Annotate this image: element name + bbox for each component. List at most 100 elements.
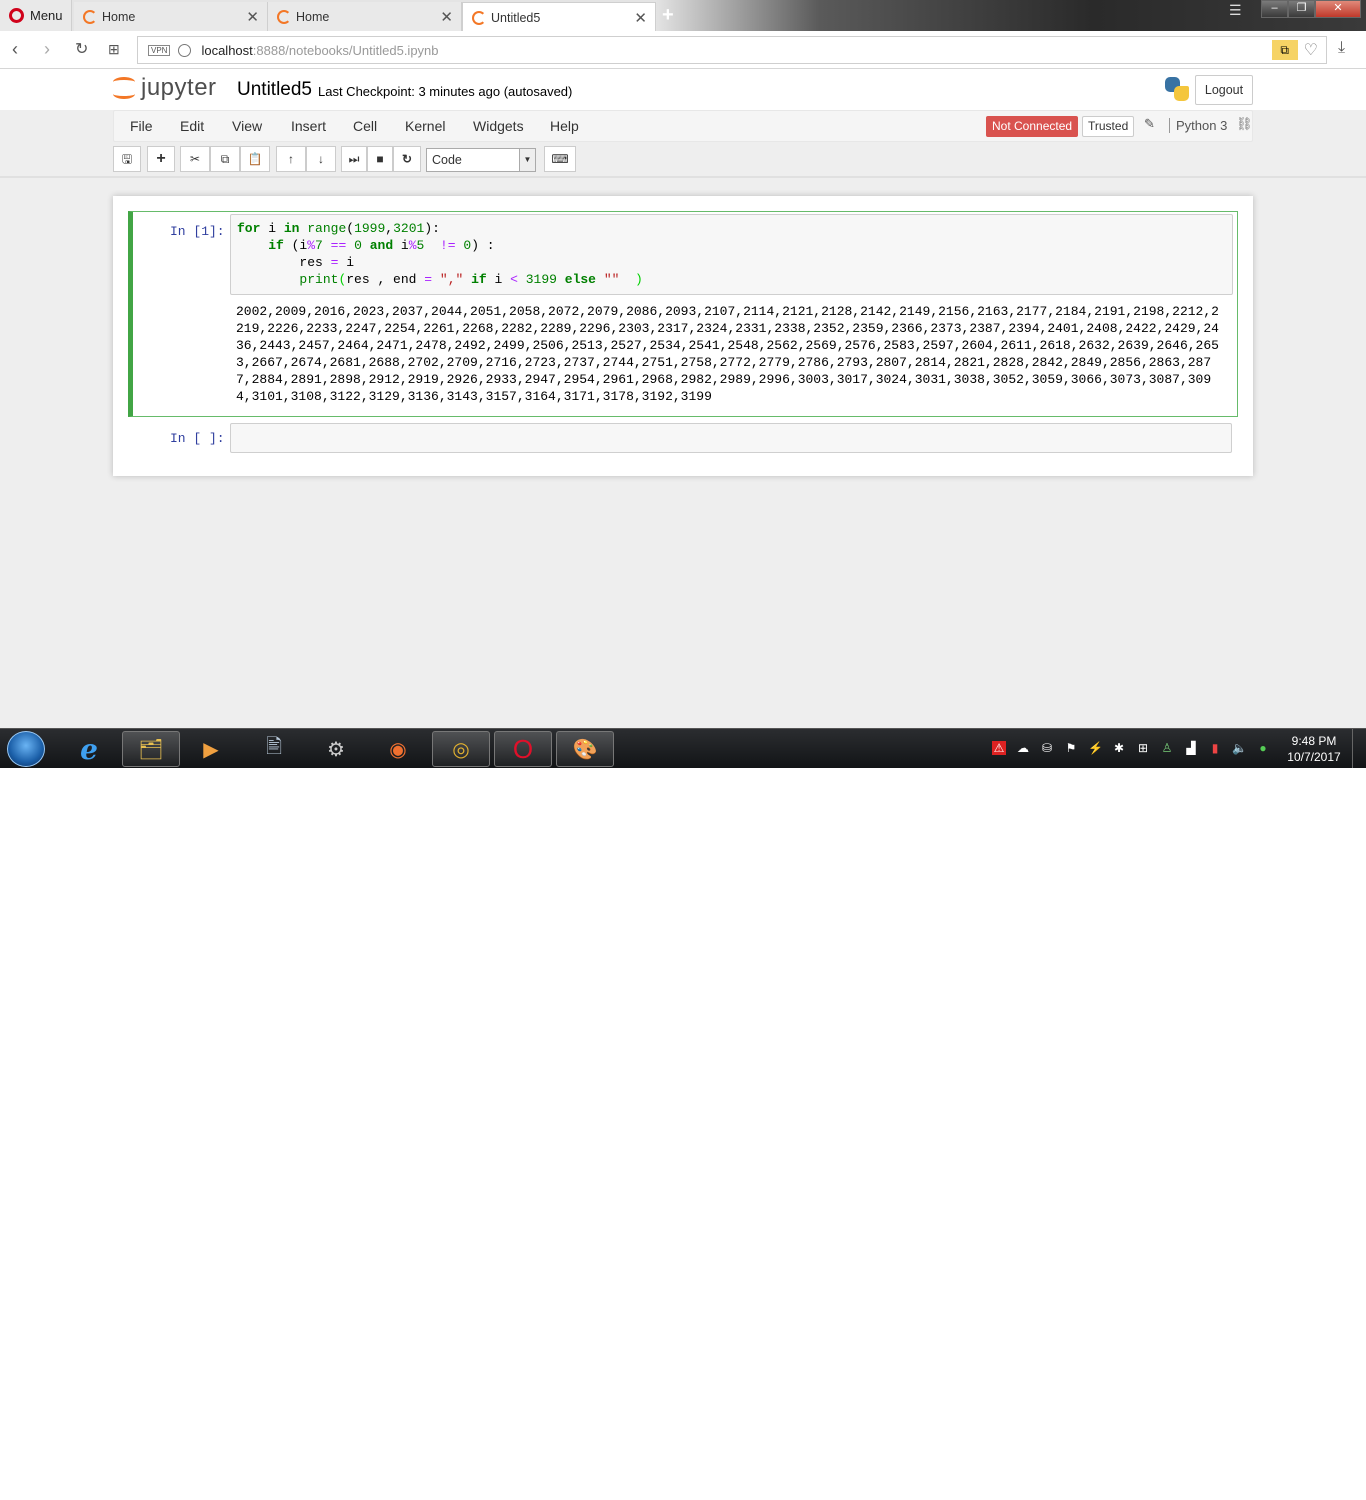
jupyter-favicon-icon (472, 10, 486, 25)
trusted-badge[interactable]: Trusted (1082, 116, 1135, 137)
menu-kernel[interactable]: Kernel (405, 118, 445, 134)
close-icon[interactable]: ✕ (440, 8, 453, 26)
menu-file[interactable]: File (130, 118, 153, 134)
close-icon[interactable]: ✕ (246, 8, 259, 26)
kernel-disconnected-icon: ⛓ (1236, 116, 1253, 131)
maximize-icon[interactable]: ❐ (1288, 0, 1315, 18)
url-icons: ⧉ ♡ (1271, 40, 1318, 60)
cell-type-value: Code (432, 153, 462, 167)
input-prompt: In [1]: (170, 224, 225, 239)
chrome-icon[interactable]: ◎ (432, 731, 490, 767)
opera-icon[interactable]: O (494, 731, 552, 767)
reload-icon[interactable]: ↻ (75, 39, 88, 59)
empty-code-input[interactable] (230, 423, 1232, 453)
window-close-icon[interactable]: ✕ (1315, 0, 1361, 18)
copy-icon[interactable]: ⧉ (210, 146, 240, 172)
run-cell-icon[interactable]: ⏭ (341, 146, 367, 172)
flag-icon[interactable]: ⚑ (1064, 741, 1078, 755)
menu-cell[interactable]: Cell (353, 118, 377, 134)
back-icon[interactable]: ‹ (12, 39, 18, 60)
bluetooth-icon[interactable]: ✱ (1112, 741, 1126, 755)
heart-icon[interactable]: ♡ (1304, 40, 1318, 60)
forward-icon[interactable]: › (44, 39, 50, 60)
jupyter-logo[interactable]: jupyter (113, 74, 217, 102)
code-input[interactable]: for i in range(1999,3201): if (i%7 == 0 … (230, 214, 1233, 295)
menu-view[interactable]: View (232, 118, 262, 134)
control-panel-icon[interactable]: 🖹 (245, 731, 303, 767)
opera-logo-icon (9, 8, 24, 23)
tab-menu-icon[interactable]: ☰ (1229, 2, 1242, 19)
code-editor[interactable]: for i in range(1999,3201): if (i%7 == 0 … (231, 215, 1232, 288)
jupyter-logo-text: jupyter (141, 74, 217, 101)
cell-output: 2002,2009,2016,2023,2037,2044,2051,2058,… (236, 304, 1219, 404)
tab-title: Home (296, 9, 330, 24)
tab-title: Untitled5 (491, 10, 541, 25)
tab-home-1[interactable]: Home ✕ (74, 2, 268, 31)
clock[interactable]: 9:48 PM 10/7/2017 (1282, 733, 1346, 765)
cell-type-select[interactable]: Code ▼ (426, 148, 536, 172)
signal-icon[interactable]: ▟ (1184, 741, 1198, 755)
firefox-icon[interactable]: ◉ (369, 731, 427, 767)
move-up-icon[interactable]: ↑ (276, 146, 306, 172)
new-tab-icon[interactable]: + (662, 4, 674, 27)
status-icon[interactable]: ♙ (1160, 741, 1174, 755)
vpn-badge[interactable]: VPN (148, 44, 171, 56)
minimize-icon[interactable]: – (1261, 0, 1288, 18)
paint-icon[interactable]: 🎨 (556, 731, 614, 767)
python-logo-icon (1163, 75, 1191, 103)
file-explorer-icon[interactable]: 🗂 (122, 731, 180, 767)
menu-label: Menu (30, 8, 63, 23)
network-drive-icon[interactable]: ⛁ (1040, 741, 1054, 755)
input-prompt-empty: In [ ]: (170, 431, 225, 446)
speed-dial-icon[interactable]: ⊞ (108, 41, 120, 58)
restart-icon[interactable]: ↻ (393, 146, 421, 172)
torrent-icon[interactable]: ● (1256, 741, 1270, 755)
update-icon[interactable]: ⚡ (1088, 741, 1103, 755)
menu-help[interactable]: Help (550, 118, 579, 134)
internet-explorer-icon[interactable]: e (60, 731, 118, 767)
interrupt-icon[interactable]: ■ (367, 146, 393, 172)
window-controls: – ❐ ✕ (1261, 0, 1361, 18)
keyboard-icon[interactable]: ⌨ (544, 146, 576, 172)
chevron-down-icon[interactable]: ▼ (519, 149, 535, 171)
opera-menu-button[interactable]: Menu (0, 0, 72, 31)
paste-icon[interactable]: 📋 (240, 146, 270, 172)
insert-cell-icon[interactable]: + (147, 146, 175, 172)
menu-edit[interactable]: Edit (180, 118, 204, 134)
menu-insert[interactable]: Insert (291, 118, 326, 134)
code-cell-selected[interactable]: In [1]: for i in range(1999,3201): if (i… (128, 211, 1238, 417)
code-line-1: for i in range(1999,3201): (237, 221, 440, 236)
cloud-icon[interactable]: ☁ (1016, 741, 1030, 755)
windows-icon[interactable]: ⊞ (1136, 741, 1150, 755)
download-icon[interactable]: ⤓ (1338, 39, 1345, 57)
battery-icon[interactable]: ▮ (1208, 741, 1222, 755)
media-player-icon[interactable]: ▶ (182, 731, 240, 767)
tab-home-2[interactable]: Home ✕ (268, 2, 462, 31)
jupyter-logo-icon (113, 75, 135, 101)
logout-button[interactable]: Logout (1195, 75, 1253, 105)
jupyter-header: jupyter Untitled5 Last Checkpoint: 3 min… (0, 69, 1366, 110)
jupyter-favicon-icon (277, 9, 291, 24)
kernel-status-badge[interactable]: Not Connected (986, 116, 1079, 137)
windows-taskbar: e 🗂 ▶ 🖹 ⚙ ◉ ◎ O 🎨 ⚠ ☁ ⛁ ⚑ ⚡ ✱ ⊞ ♙ ▟ ▮ 🔈 … (0, 728, 1366, 768)
volume-icon[interactable]: 🔈 (1232, 741, 1247, 755)
show-desktop-button[interactable] (1352, 729, 1366, 768)
antivirus-icon[interactable]: ⚠ (992, 741, 1006, 755)
globe-icon (178, 43, 192, 57)
clock-time: 9:48 PM (1291, 734, 1337, 748)
start-button-icon[interactable] (7, 731, 45, 767)
cut-icon[interactable]: ✂ (180, 146, 210, 172)
save-icon[interactable]: 🖫 (113, 146, 141, 172)
url-field[interactable]: VPN localhost:8888/notebooks/Untitled5.i… (137, 36, 1327, 64)
snapshot-icon[interactable]: ⧉ (1271, 40, 1298, 60)
jupyter-favicon-icon (83, 9, 97, 24)
code-line-4: print(res , end = "," if i < 3199 else "… (299, 272, 643, 287)
settings-icon[interactable]: ⚙ (307, 731, 365, 767)
close-icon[interactable]: ✕ (634, 9, 647, 27)
pencil-icon[interactable]: ✎ (1144, 116, 1155, 132)
browser-window: Menu Home ✕ Home ✕ Untitled5 ✕ + ☰ – ❐ ✕… (0, 0, 1366, 768)
notebook-name[interactable]: Untitled5 (237, 79, 312, 101)
tab-untitled5[interactable]: Untitled5 ✕ (462, 2, 656, 32)
menu-widgets[interactable]: Widgets (473, 118, 524, 134)
move-down-icon[interactable]: ↓ (306, 146, 336, 172)
